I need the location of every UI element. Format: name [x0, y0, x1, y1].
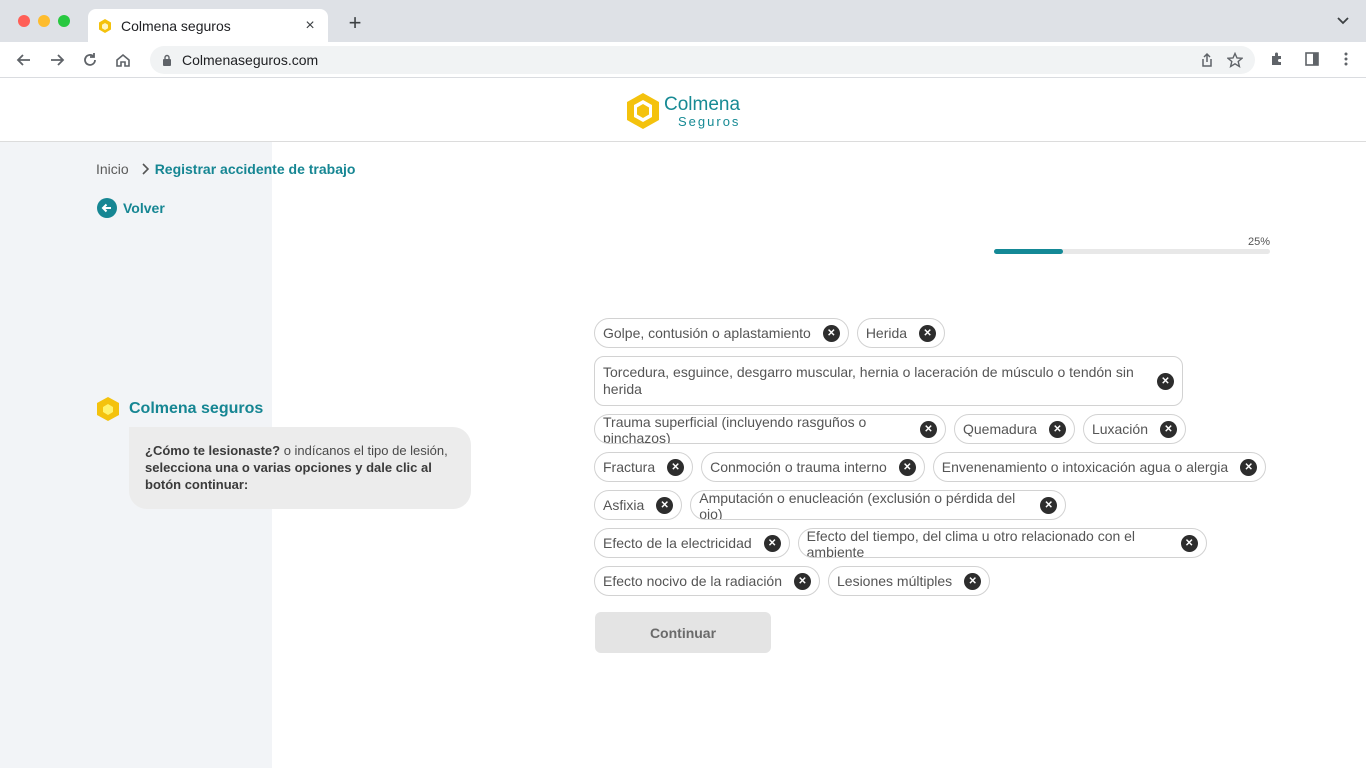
tab-title: Colmena seguros: [121, 17, 231, 34]
more-vertical-icon[interactable]: [1338, 51, 1354, 67]
site-header: Colmena Seguros: [0, 78, 1366, 142]
back-label: Volver: [123, 200, 165, 216]
option-chip[interactable]: Asfixia ✕: [594, 490, 683, 520]
minimize-window-button[interactable]: [38, 15, 50, 27]
continue-button[interactable]: Continuar: [595, 612, 771, 653]
progress-bar: [994, 249, 1270, 254]
remove-option-icon[interactable]: ✕: [919, 324, 937, 342]
logo-text-seguros: Seguros: [678, 113, 741, 129]
option-chip[interactable]: Efecto del tiempo, del clima u otro rela…: [797, 528, 1207, 558]
arrow-left-circle-icon: [97, 198, 117, 218]
side-panel-icon[interactable]: [1304, 51, 1320, 67]
remove-option-icon[interactable]: ✕: [898, 458, 916, 476]
option-label: Golpe, contusión o aplastamiento: [603, 324, 811, 341]
option-chip[interactable]: Quemadura ✕: [954, 414, 1075, 444]
back-arrow-icon[interactable]: [15, 51, 33, 69]
close-tab-icon[interactable]: ×: [302, 17, 318, 34]
main-content: Inicio Registrar accidente de trabajo Vo…: [0, 142, 1366, 768]
option-chip[interactable]: Amputación o enucleación (exclusión o pé…: [690, 490, 1067, 520]
option-chip[interactable]: Herida ✕: [856, 318, 946, 348]
option-label: Torcedura, esguince, desgarro muscular, …: [603, 364, 1134, 397]
colmena-hexagon-logo-icon: [627, 93, 659, 129]
option-chip[interactable]: Efecto de la electricidad ✕: [594, 528, 790, 558]
option-chip[interactable]: Golpe, contusión o aplastamiento ✕: [594, 318, 849, 348]
bot-message-bubble: ¿Cómo te lesionaste? o indícanos el tipo…: [129, 427, 471, 509]
remove-option-icon[interactable]: ✕: [1048, 420, 1066, 438]
maximize-window-button[interactable]: [58, 15, 70, 27]
browser-toolbar: Colmenaseguros.com: [0, 42, 1366, 78]
lock-icon[interactable]: [162, 54, 172, 66]
remove-option-icon[interactable]: ✕: [964, 572, 982, 590]
option-chip[interactable]: Trauma superficial (incluyendo rasguños …: [594, 414, 946, 444]
option-label: Herida: [865, 324, 908, 341]
bot-name: Colmena seguros: [129, 400, 264, 417]
logo-text-colmena: Colmena: [664, 93, 741, 115]
close-window-button[interactable]: [18, 15, 30, 27]
bot-message-question: ¿Cómo te lesionaste?: [145, 443, 281, 458]
breadcrumb-home-link[interactable]: Inicio: [96, 161, 129, 177]
bot-message: Colmena seguros ¿Cómo te lesionaste? o i…: [96, 396, 471, 509]
option-chip[interactable]: Torcedura, esguince, desgarro muscular, …: [594, 356, 1183, 406]
bookmark-star-icon[interactable]: [1227, 52, 1243, 68]
option-chip[interactable]: Efecto nocivo de la radiación ✕: [594, 566, 820, 596]
chevron-right-icon: [142, 163, 149, 175]
tab-search-chevron-icon[interactable]: [1336, 14, 1350, 28]
colmena-bot-avatar-icon: [97, 397, 119, 421]
option-label: Envenenamiento o intoxicación agua o ale…: [941, 458, 1229, 475]
remove-option-icon[interactable]: ✕: [1157, 372, 1174, 390]
home-icon[interactable]: [114, 51, 132, 69]
remove-option-icon[interactable]: ✕: [1040, 496, 1058, 514]
option-label: Trauma superficial (incluyendo rasguños …: [603, 414, 867, 444]
progress-percent: 25%: [1247, 236, 1270, 248]
reload-icon[interactable]: [81, 51, 99, 69]
option-chip[interactable]: Conmoción o trauma interno ✕: [701, 452, 925, 482]
option-chip[interactable]: Fractura ✕: [594, 452, 694, 482]
remove-option-icon[interactable]: ✕: [794, 572, 811, 590]
back-button[interactable]: Volver: [97, 198, 165, 218]
remove-option-icon[interactable]: ✕: [1240, 458, 1258, 476]
remove-option-icon[interactable]: ✕: [656, 496, 674, 514]
colmena-favicon-icon: [99, 18, 111, 33]
browser-tab[interactable]: Colmena seguros ×: [88, 9, 328, 42]
share-icon[interactable]: [1199, 52, 1215, 68]
option-chip[interactable]: Envenenamiento o intoxicación agua o ale…: [932, 452, 1267, 482]
progress-bar-fill: [994, 249, 1063, 254]
bot-message-text: o indícanos el tipo de lesión,: [280, 443, 448, 458]
bot-message-instruction: selecciona una o varias opciones y dale …: [145, 460, 432, 492]
url-text: Colmenaseguros.com: [182, 52, 319, 68]
remove-option-icon[interactable]: ✕: [822, 324, 840, 342]
remove-option-icon[interactable]: ✕: [1180, 534, 1198, 552]
option-label: Conmoción o trauma interno: [710, 458, 887, 475]
window-controls: [18, 15, 70, 27]
remove-option-icon[interactable]: ✕: [763, 534, 781, 552]
injury-options: Golpe, contusión o aplastamiento ✕ Herida…: [594, 318, 1274, 604]
option-label: Lesiones múltiples: [837, 572, 953, 589]
option-label: Efecto del tiempo, del clima u otro rela…: [806, 528, 1136, 558]
forward-arrow-icon[interactable]: [48, 51, 66, 69]
option-label: Fractura: [603, 458, 656, 475]
address-bar[interactable]: Colmenaseguros.com: [150, 46, 1255, 74]
option-label: Efecto de la electricidad: [603, 534, 752, 551]
extensions-puzzle-icon[interactable]: [1270, 51, 1286, 67]
option-chip[interactable]: Luxación ✕: [1082, 414, 1186, 444]
option-label: Efecto nocivo de la radiación: [603, 572, 782, 589]
option-label: Quemadura: [963, 420, 1037, 437]
colmena-logo[interactable]: Colmena Seguros: [626, 92, 740, 130]
option-label: Luxación: [1091, 420, 1148, 437]
breadcrumb: Inicio Registrar accidente de trabajo: [96, 161, 355, 177]
remove-option-icon[interactable]: ✕: [1159, 420, 1177, 438]
remove-option-icon[interactable]: ✕: [920, 420, 937, 438]
breadcrumb-current: Registrar accidente de trabajo: [154, 161, 356, 177]
option-label: Amputación o enucleación (exclusión o pé…: [699, 490, 1016, 520]
option-chip[interactable]: Lesiones múltiples ✕: [828, 566, 991, 596]
option-label: Asfixia: [603, 496, 645, 513]
browser-tab-bar: Colmena seguros × +: [0, 0, 1366, 42]
remove-option-icon[interactable]: ✕: [667, 458, 685, 476]
new-tab-icon[interactable]: +: [344, 12, 366, 34]
